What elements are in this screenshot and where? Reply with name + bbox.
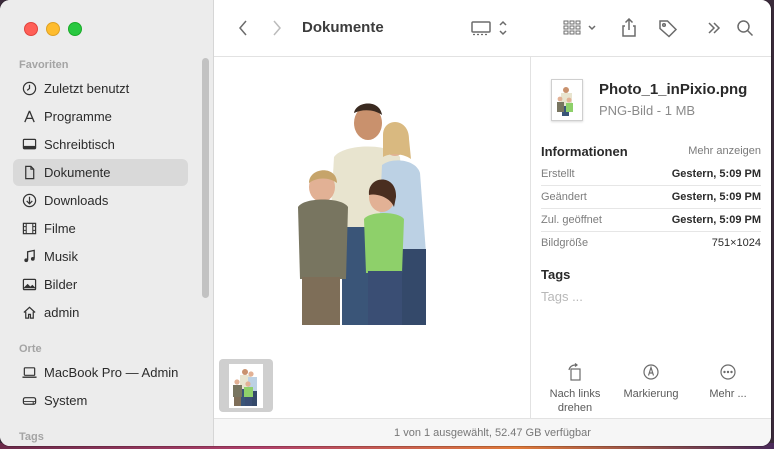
home-icon <box>21 305 37 321</box>
double-chevron-right-icon <box>708 22 721 34</box>
sidebar-item-music[interactable]: Musik <box>13 243 188 270</box>
rotate-left-icon <box>568 363 581 381</box>
more-actions-button[interactable]: Mehr ... <box>693 361 763 401</box>
tag-button[interactable] <box>656 17 680 39</box>
forward-button[interactable] <box>268 17 286 39</box>
action-label: Markierung <box>623 388 679 400</box>
sidebar: Favoriten Zuletzt benutzt Programme Schr… <box>0 0 214 446</box>
sidebar-item-recents[interactable]: Zuletzt benutzt <box>13 75 188 102</box>
sidebar-item-label: Programme <box>44 109 112 124</box>
back-button[interactable] <box>234 17 252 39</box>
info-value: Gestern, 5:09 PM <box>671 190 761 203</box>
info-row-modified: Geändert Gestern, 5:09 PM <box>541 185 761 209</box>
film-icon <box>21 221 37 237</box>
sidebar-item-label: Zuletzt benutzt <box>44 81 130 96</box>
sidebar-item-label: Downloads <box>44 193 109 208</box>
group-button[interactable] <box>562 17 602 39</box>
markup-icon <box>643 364 659 380</box>
sidebar-section-favorites: Favoriten <box>19 59 69 71</box>
sidebar-item-pictures[interactable]: Bilder <box>13 271 188 298</box>
sidebar-item-desktop[interactable]: Schreibtisch <box>13 131 188 158</box>
download-icon <box>21 193 37 209</box>
chevron-left-icon <box>239 20 247 36</box>
minimize-window-button[interactable] <box>46 22 60 36</box>
info-key: Geändert <box>541 190 587 203</box>
info-section-title: Informationen <box>541 144 628 159</box>
gallery-thumbnail-selected[interactable] <box>219 359 273 412</box>
info-value: 751×1024 <box>711 236 761 249</box>
sidebar-item-label: MacBook Pro — Admin <box>44 365 179 380</box>
sidebar-item-label: Dokumente <box>44 165 111 180</box>
file-name: Photo_1_inPixio.png <box>599 81 748 98</box>
status-bar: 1 von 1 ausgewählt, 52.47 GB verfügbar <box>214 418 771 446</box>
action-label: Mehr ... <box>709 388 747 400</box>
chevron-right-icon <box>273 20 281 36</box>
sidebar-item-label: Filme <box>44 221 76 236</box>
action-label: Nach links <box>549 388 601 400</box>
finder-window: Favoriten Zuletzt benutzt Programme Schr… <box>0 0 771 446</box>
tag-icon <box>659 20 678 38</box>
photo-icon <box>21 277 37 293</box>
show-more-link[interactable]: Mehr anzeigen <box>688 145 761 157</box>
gallery-preview <box>214 57 529 418</box>
sidebar-item-label: System <box>44 393 88 408</box>
sidebar-item-documents[interactable]: Dokumente <box>13 159 188 186</box>
rotate-left-button[interactable]: Nach links drehen <box>540 361 610 415</box>
laptop-icon <box>21 365 37 381</box>
info-key: Bildgröße <box>541 236 589 249</box>
toolbar: Dokumente <box>214 0 771 57</box>
photo-file-icon <box>557 87 573 116</box>
info-panel: Photo_1_inPixio.png PNG-Bild - 1 MB Info… <box>530 57 771 418</box>
sidebar-section-tags: Tags <box>19 431 44 443</box>
share-icon <box>622 18 636 37</box>
status-text: 1 von 1 ausgewählt, 52.47 GB verfügbar <box>394 427 591 439</box>
tags-section-title: Tags <box>541 267 571 282</box>
sidebar-item-system[interactable]: System <box>13 387 188 414</box>
window-title: Dokumente <box>302 19 384 36</box>
action-label: drehen <box>557 402 593 414</box>
music-icon <box>21 249 37 265</box>
file-kind: PNG-Bild - 1 MB <box>599 103 696 118</box>
sidebar-item-macbook[interactable]: MacBook Pro — Admin <box>13 359 188 386</box>
disk-icon <box>21 393 37 409</box>
info-row-last-opened: Zul. geöffnet Gestern, 5:09 PM <box>541 208 761 232</box>
grid-group-icon <box>563 20 596 35</box>
document-icon <box>21 165 37 181</box>
more-icon <box>720 364 736 380</box>
more-toolbar-button[interactable] <box>704 17 724 39</box>
sidebar-item-movies[interactable]: Filme <box>13 215 188 242</box>
tags-input[interactable]: Tags ... <box>541 289 583 304</box>
zoom-window-button[interactable] <box>68 22 82 36</box>
sidebar-scrollbar[interactable] <box>202 58 209 298</box>
thumbnail-image <box>229 363 263 408</box>
sidebar-item-label: Bilder <box>44 277 78 292</box>
info-value: Gestern, 5:09 PM <box>671 167 761 180</box>
info-key: Erstellt <box>541 167 575 180</box>
sidebar-item-downloads[interactable]: Downloads <box>13 187 188 214</box>
window-controls <box>24 22 82 36</box>
markup-button[interactable]: Markierung <box>616 361 686 401</box>
info-value: Gestern, 5:09 PM <box>671 213 761 226</box>
sidebar-item-home[interactable]: admin <box>13 299 188 326</box>
desktop-icon <box>21 137 37 153</box>
apps-icon <box>21 109 37 125</box>
info-row-image-size: Bildgröße 751×1024 <box>541 231 761 254</box>
photo-preview-image[interactable] <box>282 99 462 329</box>
share-button[interactable] <box>618 17 640 39</box>
sidebar-item-label: admin <box>44 305 80 320</box>
close-window-button[interactable] <box>24 22 38 36</box>
gallery-view-icon <box>471 20 507 36</box>
sidebar-item-applications[interactable]: Programme <box>13 103 188 130</box>
view-mode-button[interactable] <box>470 17 510 39</box>
info-row-created: Erstellt Gestern, 5:09 PM <box>541 162 761 186</box>
sidebar-section-locations: Orte <box>19 343 42 355</box>
info-key: Zul. geöffnet <box>541 213 602 226</box>
search-icon <box>737 20 754 37</box>
sidebar-item-label: Schreibtisch <box>44 137 115 152</box>
search-button[interactable] <box>734 17 756 39</box>
clock-icon <box>21 81 37 97</box>
sidebar-item-label: Musik <box>44 249 78 264</box>
file-thumbnail-icon <box>551 79 583 121</box>
